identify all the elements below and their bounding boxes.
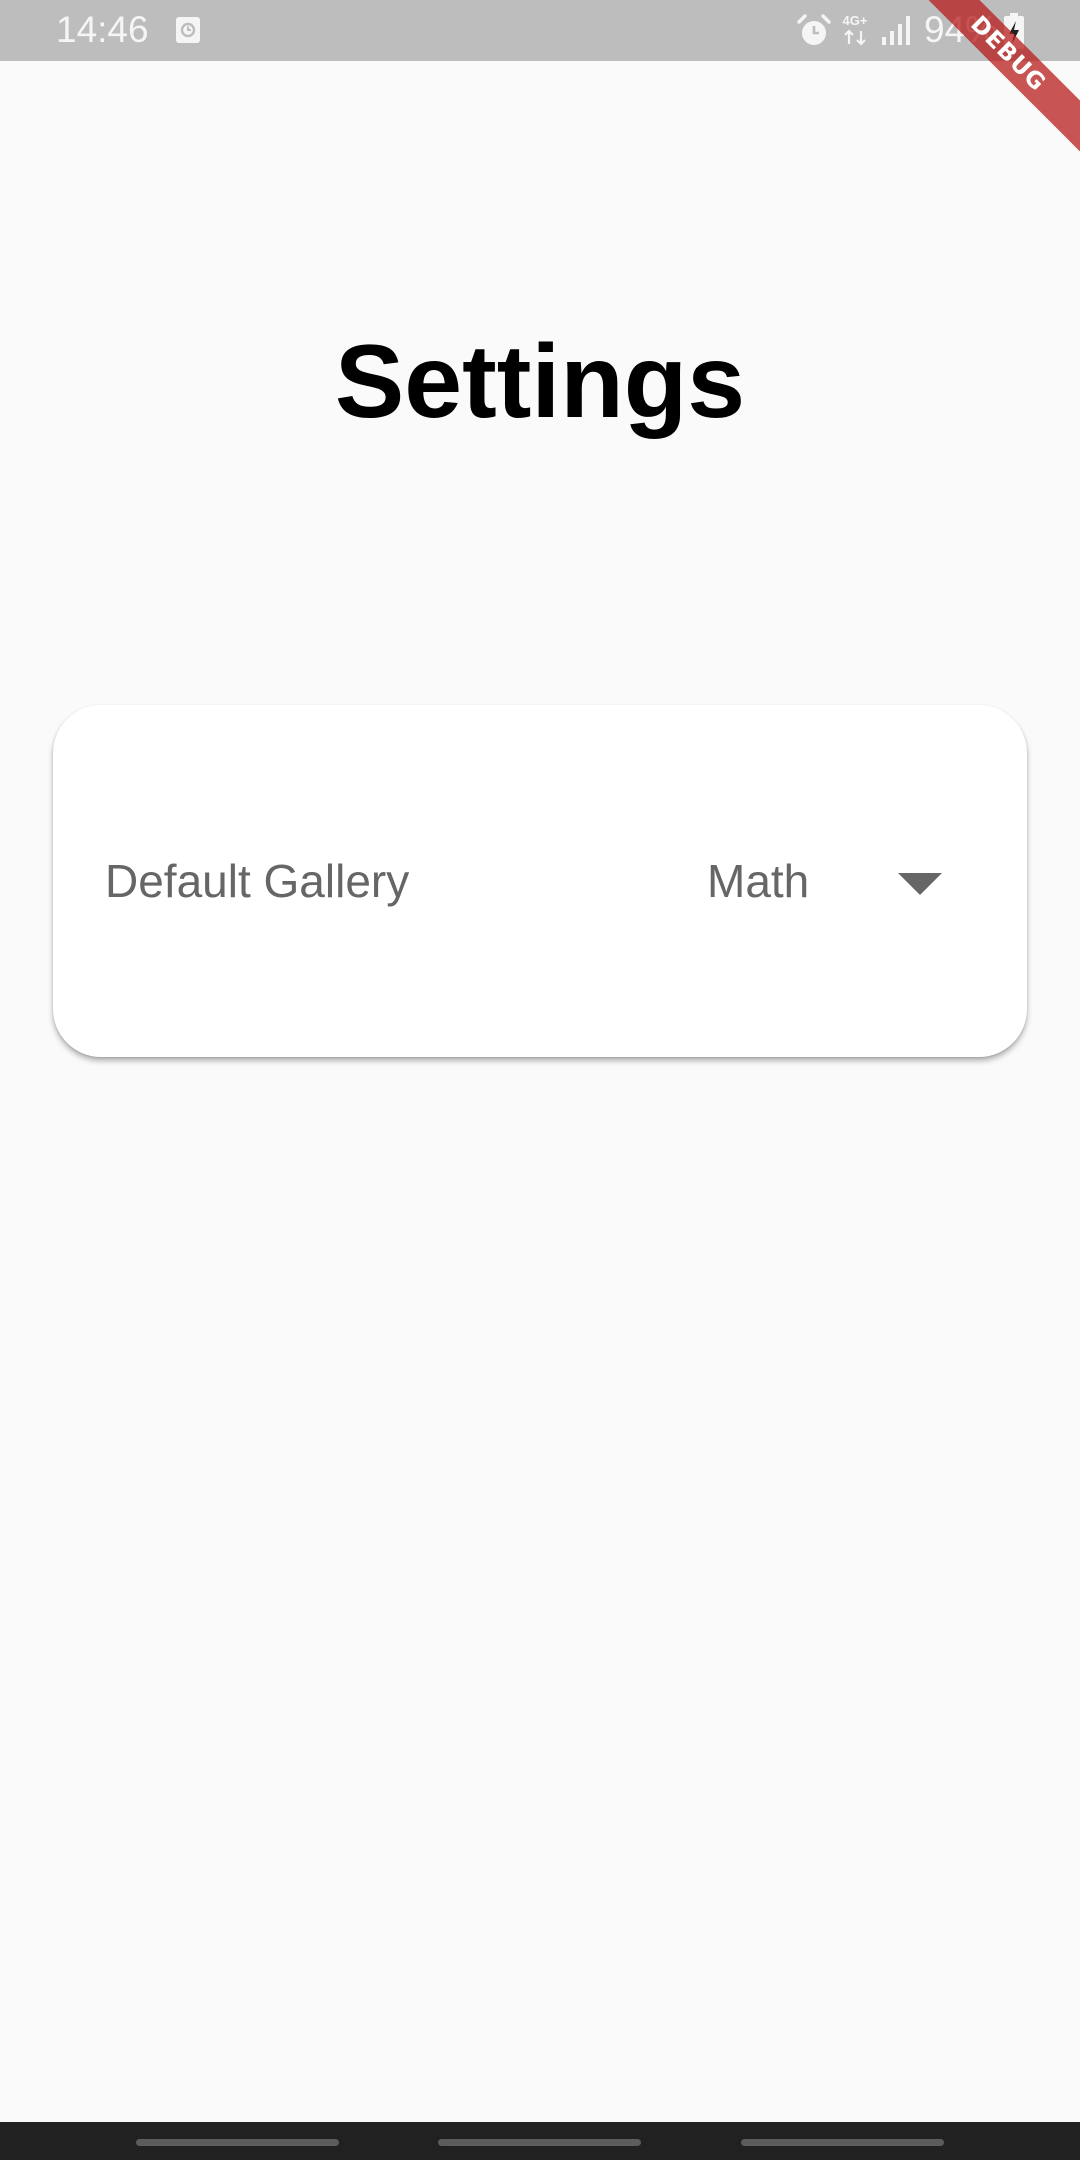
nav-home-handle[interactable] xyxy=(438,2139,641,2146)
default-gallery-dropdown[interactable]: Math xyxy=(643,833,973,929)
settings-screen: 14:46 4G+ 94% DEBUG Settings Default Gal… xyxy=(0,0,1080,2160)
network-type-icon: 4G+ xyxy=(843,13,868,46)
nav-back-handle[interactable] xyxy=(741,2139,944,2146)
screen-recorder-icon xyxy=(176,17,200,43)
alarm-icon xyxy=(797,14,831,45)
status-bar: 14:46 4G+ 94% xyxy=(0,0,1080,61)
navigation-bar xyxy=(0,2122,1080,2160)
default-gallery-label: Default Gallery xyxy=(105,855,410,907)
dropdown-selected-value: Math xyxy=(707,855,810,907)
default-gallery-card: Default Gallery Math xyxy=(53,705,1027,1057)
nav-recents-handle[interactable] xyxy=(136,2139,339,2146)
network-type-label: 4G+ xyxy=(843,13,868,28)
signal-icon xyxy=(882,16,910,45)
battery-charging-icon xyxy=(1004,13,1024,49)
battery-percent: 94% xyxy=(924,9,999,50)
dropdown-arrow-icon xyxy=(898,873,942,895)
status-time: 14:46 xyxy=(56,9,149,50)
page-title: Settings xyxy=(334,324,746,440)
